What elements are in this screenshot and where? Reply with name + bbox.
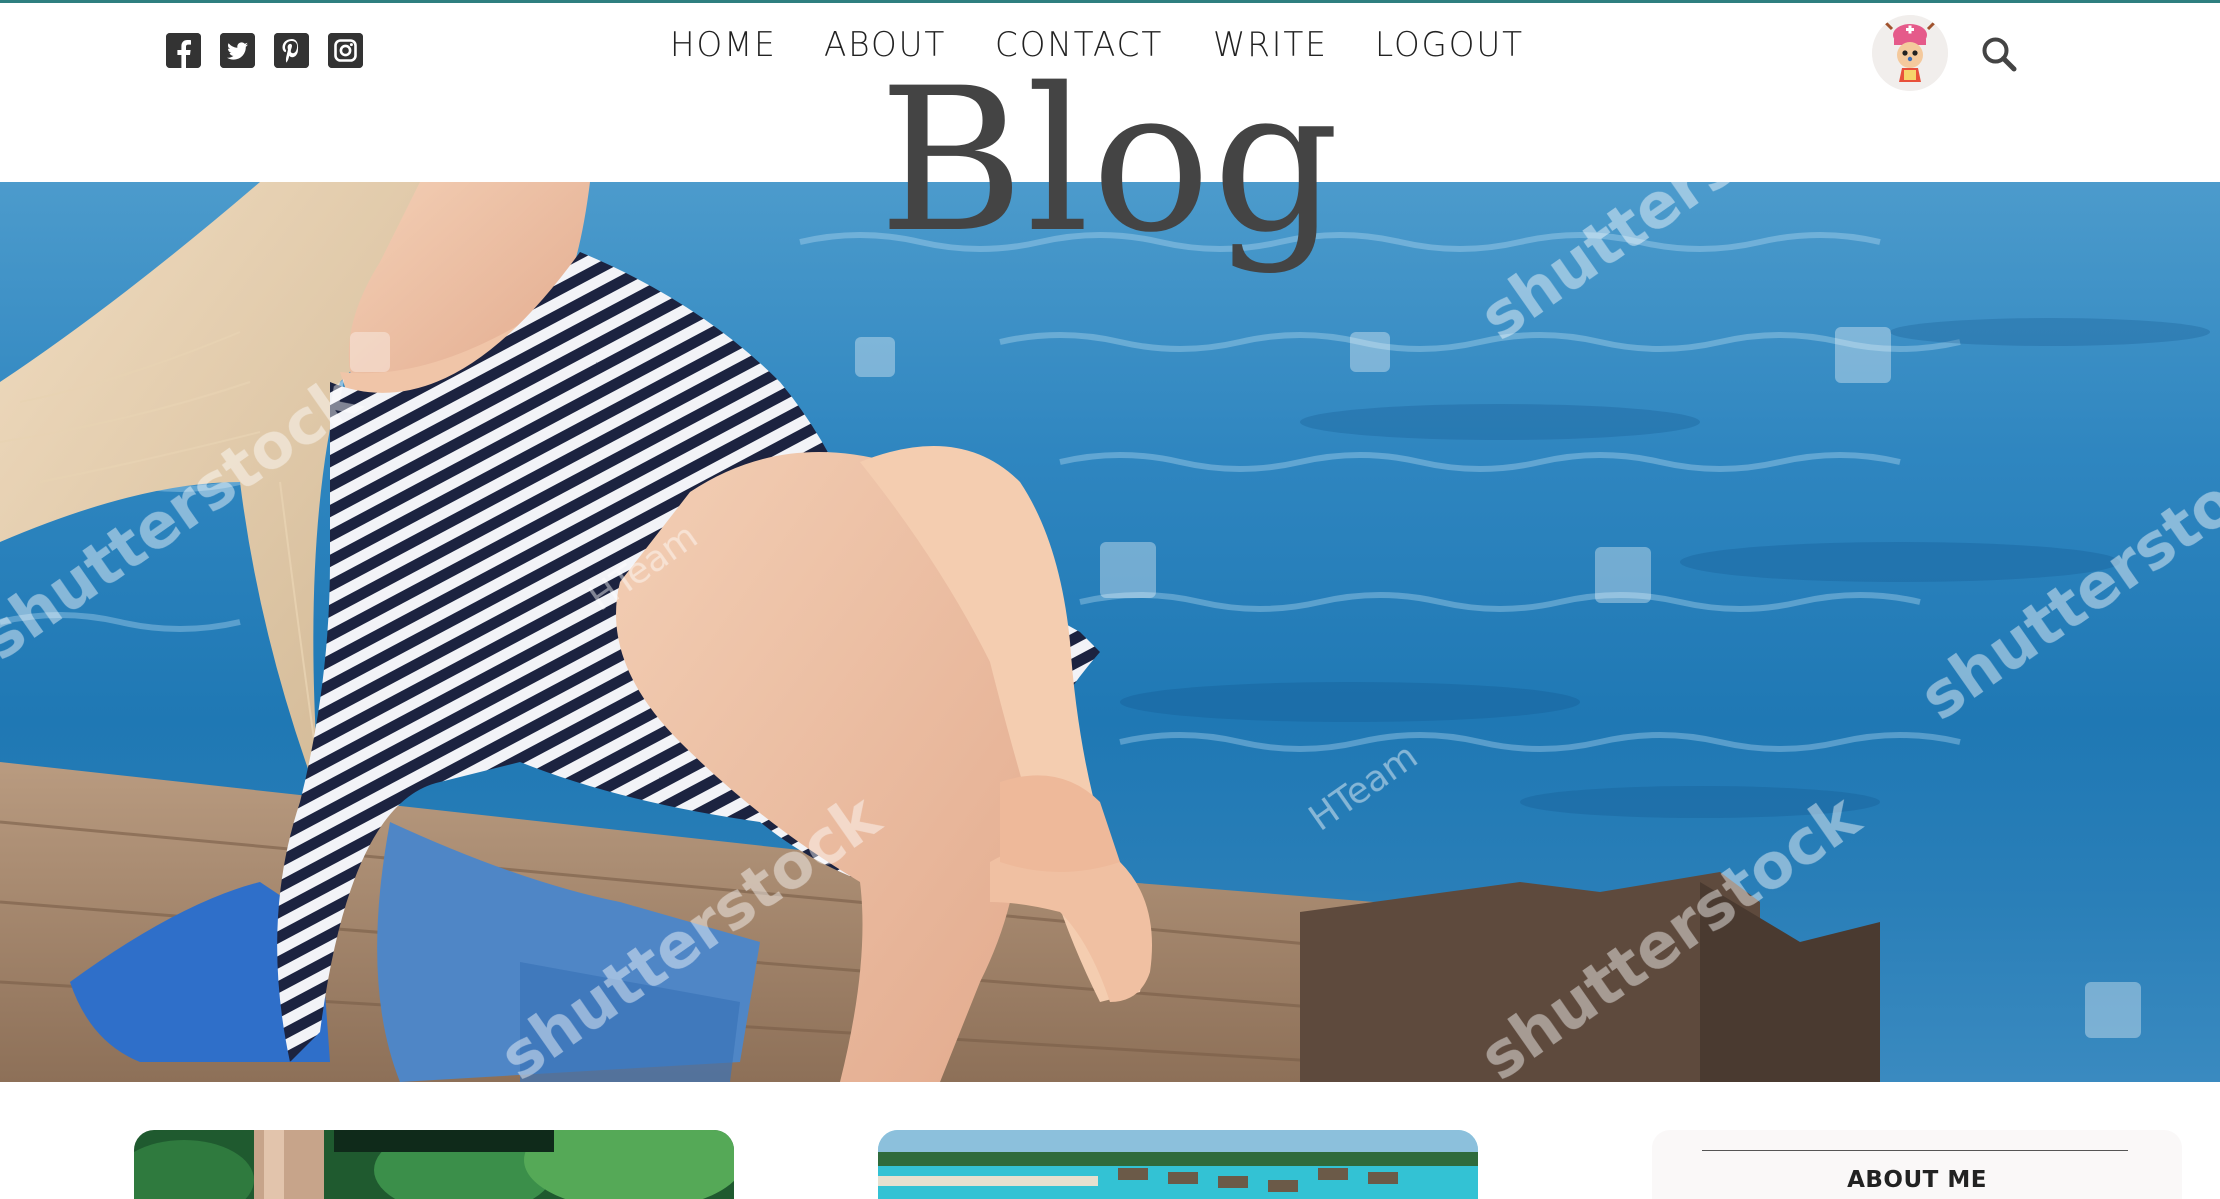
post-card-image-2[interactable] [878,1130,1478,1199]
post-card-image-1[interactable] [134,1130,734,1199]
blog-title: Blog [878,45,1342,276]
sidebar-divider [1702,1150,2128,1151]
watermark-hteam-2: HTeam [1302,736,1426,840]
nav-home[interactable]: HOME [670,25,777,65]
hero-image: shutterstock shutterstock shutterstock s… [0,182,2220,1082]
nav-logout[interactable]: LOGOUT [1375,25,1524,65]
sidebar-title: ABOUT ME [1847,1167,1987,1193]
sidebar-about-me: ABOUT ME [1652,1130,2182,1199]
